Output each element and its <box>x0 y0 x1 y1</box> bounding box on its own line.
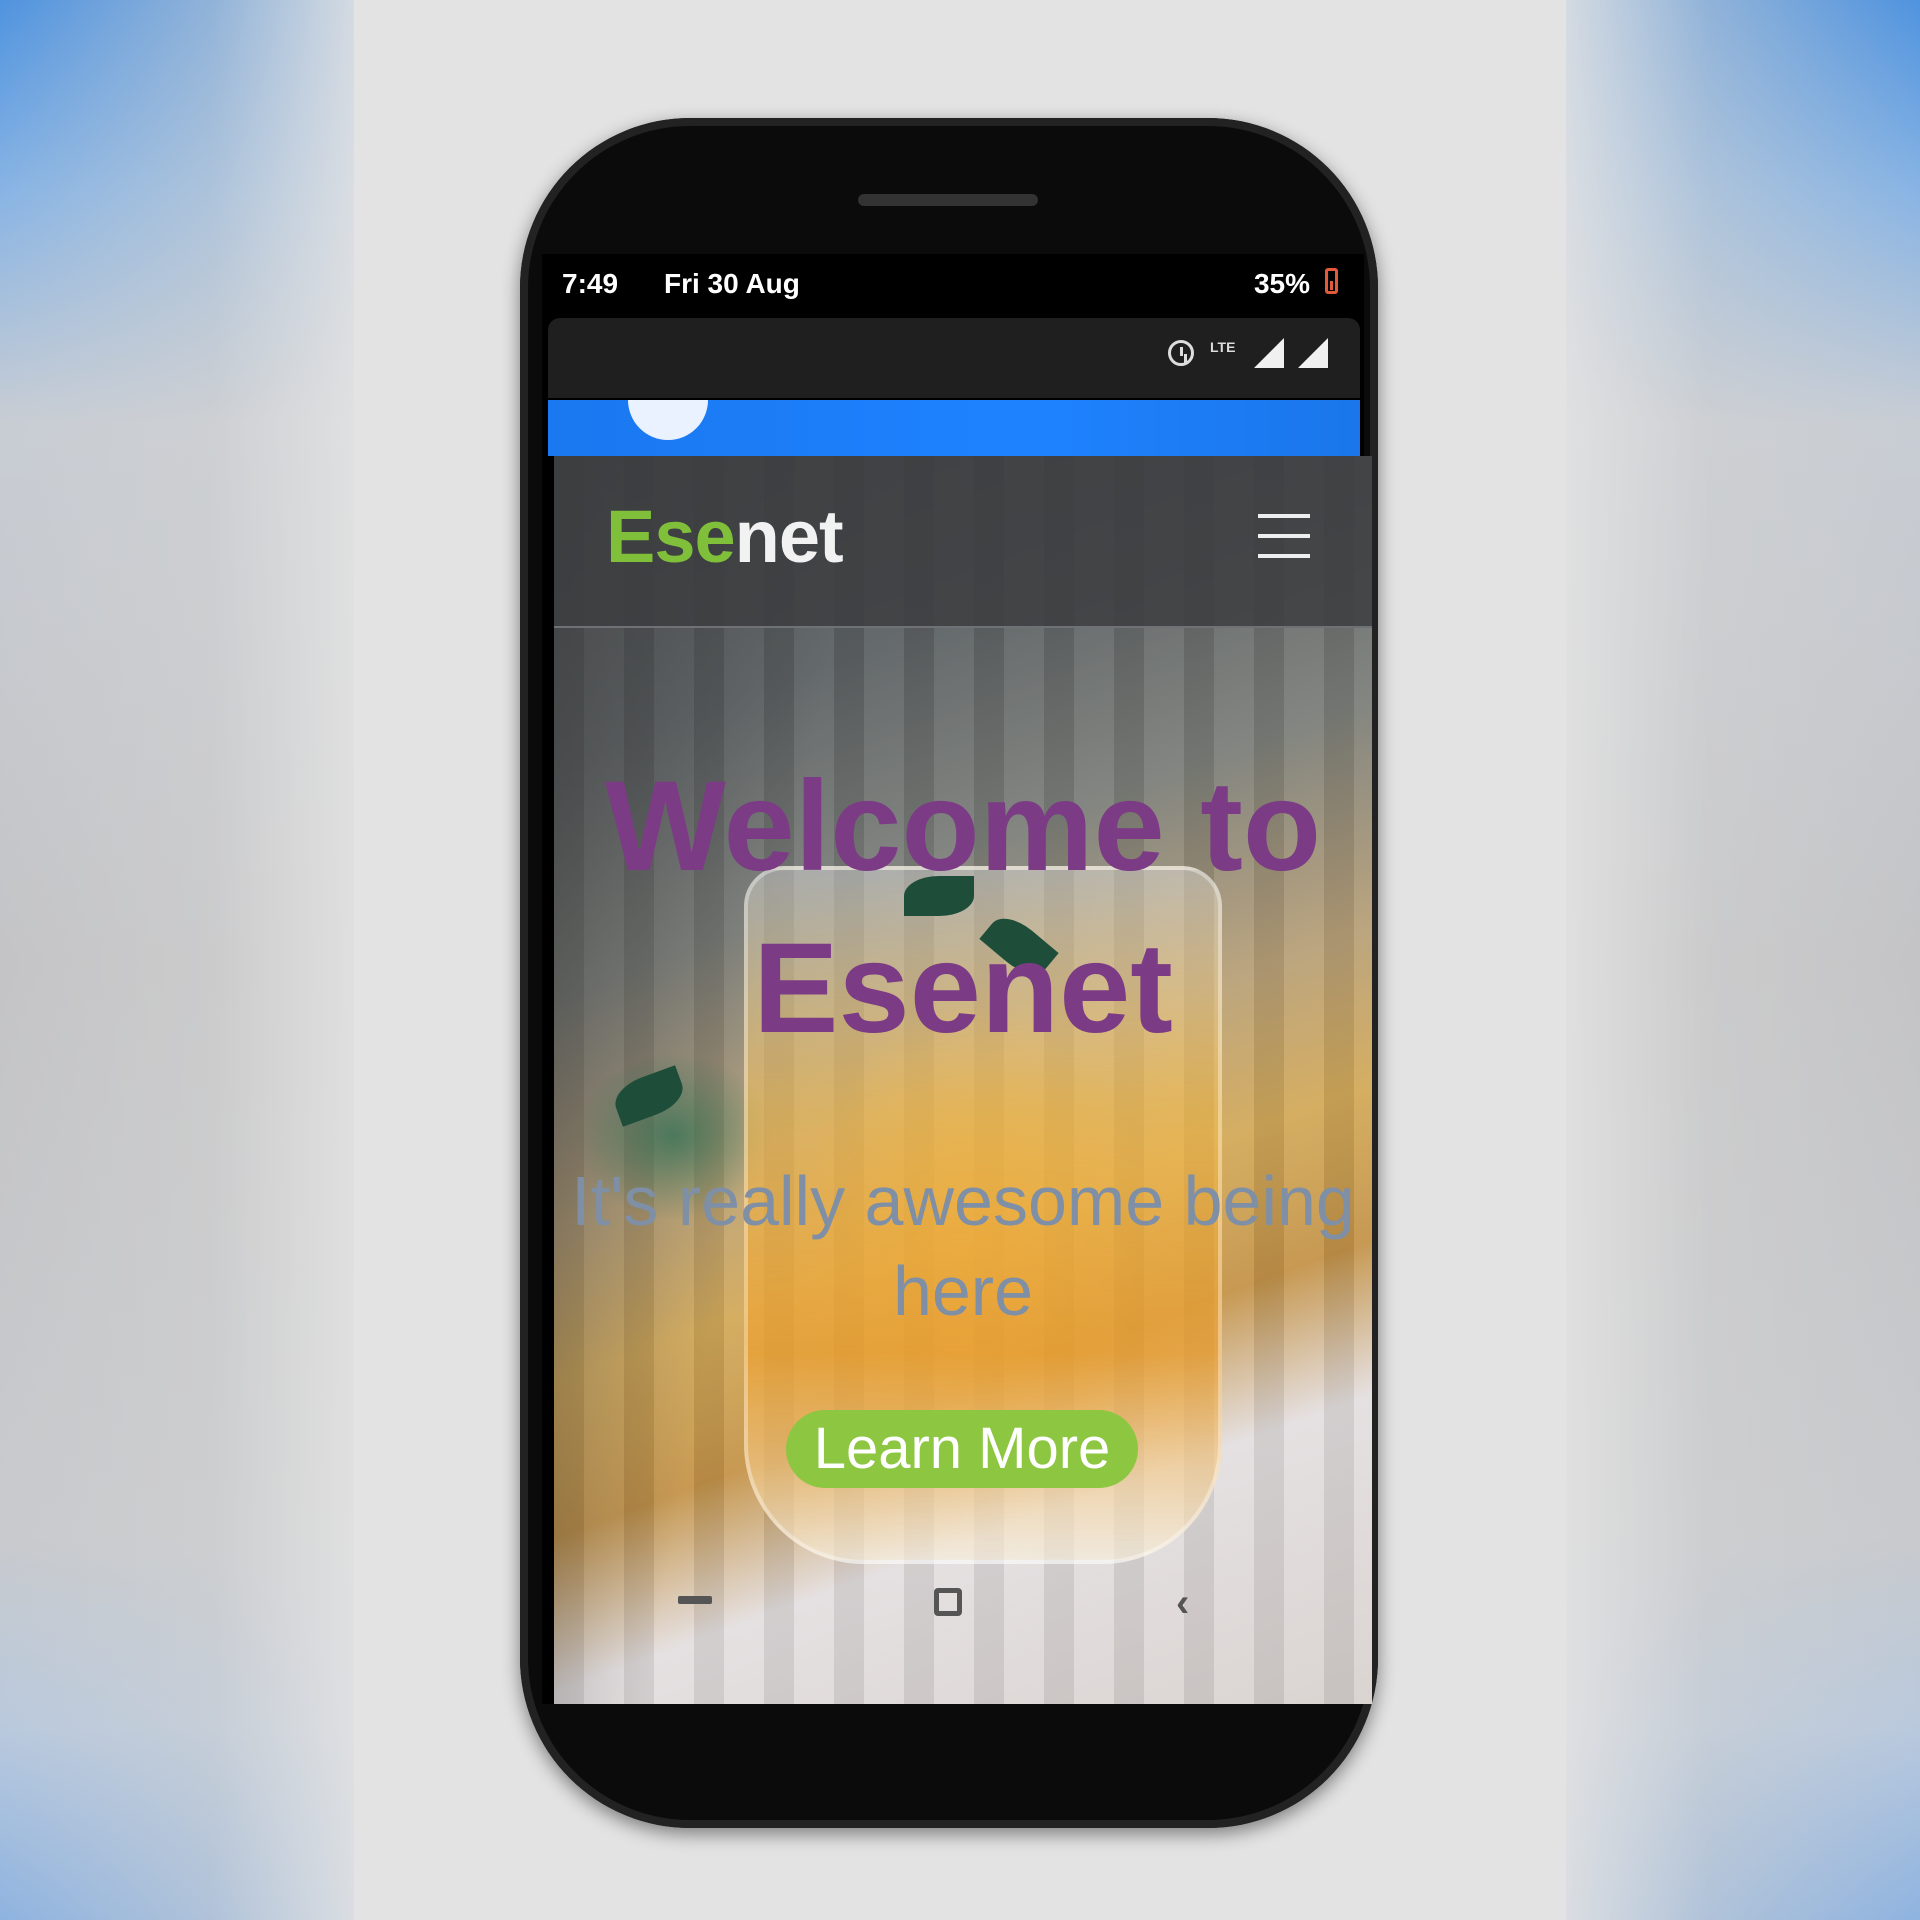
background-left-blur <box>0 0 354 1920</box>
logo-part-green: Ese <box>606 495 736 578</box>
site-logo[interactable]: Esenet <box>606 494 844 579</box>
lte-icon: LTE <box>1210 339 1236 355</box>
app-bar-avatar <box>628 400 708 440</box>
background-right-blur <box>1566 0 1920 1920</box>
back-icon[interactable]: ‹ <box>1176 1583 1189 1623</box>
recent-apps-icon[interactable] <box>678 1596 712 1604</box>
home-icon[interactable] <box>934 1588 962 1616</box>
hero-title: Welcome to Esenet <box>605 755 1321 1060</box>
hamburger-menu-icon[interactable] <box>1258 514 1310 560</box>
status-bar: 7:49 Fri 30 Aug 35% <box>542 254 1364 312</box>
earpiece-speaker <box>858 194 1038 206</box>
website-viewport: Esenet Welcome to Esenet It's really awe… <box>554 456 1372 1704</box>
signal-icon <box>1254 338 1284 368</box>
system-navigation-bar: ‹ <box>520 1568 1378 1728</box>
mint-leaf-image <box>609 1065 689 1127</box>
status-date: Fri 30 Aug <box>664 268 800 299</box>
logo-part-white: net <box>734 495 844 578</box>
status-time: 7:49 <box>562 268 619 299</box>
browser-app-bar <box>548 400 1360 456</box>
site-navbar: Esenet <box>554 456 1372 628</box>
battery-icon <box>1325 268 1338 294</box>
alarm-icon <box>1168 340 1194 366</box>
learn-more-button[interactable]: Learn More <box>786 1410 1138 1488</box>
hero-subtitle: It's really awesome being here <box>571 1162 1355 1330</box>
phone-frame: 7:49 Fri 30 Aug 35% LTE Esenet Welcome t… <box>520 118 1378 1828</box>
signal-icon <box>1298 338 1328 368</box>
battery-percent: 35% <box>1253 268 1310 299</box>
notification-strip: LTE <box>548 318 1360 398</box>
